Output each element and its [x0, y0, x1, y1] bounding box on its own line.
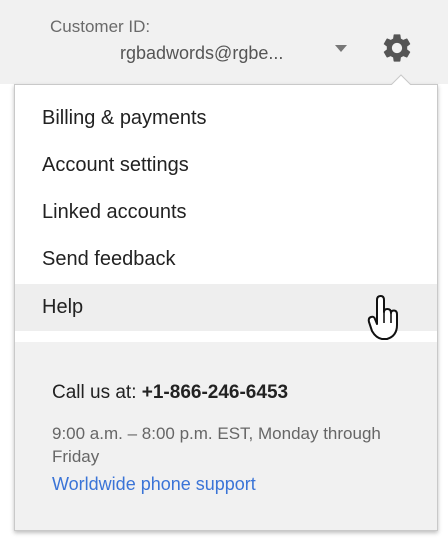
chevron-down-icon[interactable]	[333, 43, 349, 53]
phone-number: +1-866-246-6453	[141, 382, 289, 403]
customer-id-label: Customer ID:	[50, 17, 151, 36]
call-us-label: Call us at:	[52, 382, 137, 403]
menu-caret	[390, 74, 412, 86]
menu-item-linked-accounts[interactable]: Linked accounts	[15, 189, 437, 236]
account-header: Customer ID: rgbadwords@rgbe...	[0, 0, 448, 84]
gear-icon[interactable]	[380, 31, 414, 65]
support-hours: 9:00 a.m. – 8:00 p.m. EST, Monday throug…	[52, 424, 381, 466]
menu-item-account-settings[interactable]: Account settings	[15, 142, 437, 189]
phone-support-panel: Call us at: +1-866-246-6453 9:00 a.m. – …	[15, 342, 437, 530]
customer-id-value[interactable]: rgbadwords@rgbe...	[120, 43, 283, 64]
call-us-row: Call us at: +1-866-246-6453	[52, 382, 288, 404]
menu-item-send-feedback[interactable]: Send feedback	[15, 236, 437, 283]
hand-cursor-icon	[367, 295, 398, 340]
menu-item-billing-payments[interactable]: Billing & payments	[15, 95, 437, 142]
worldwide-phone-support-link[interactable]: Worldwide phone support	[52, 474, 256, 495]
